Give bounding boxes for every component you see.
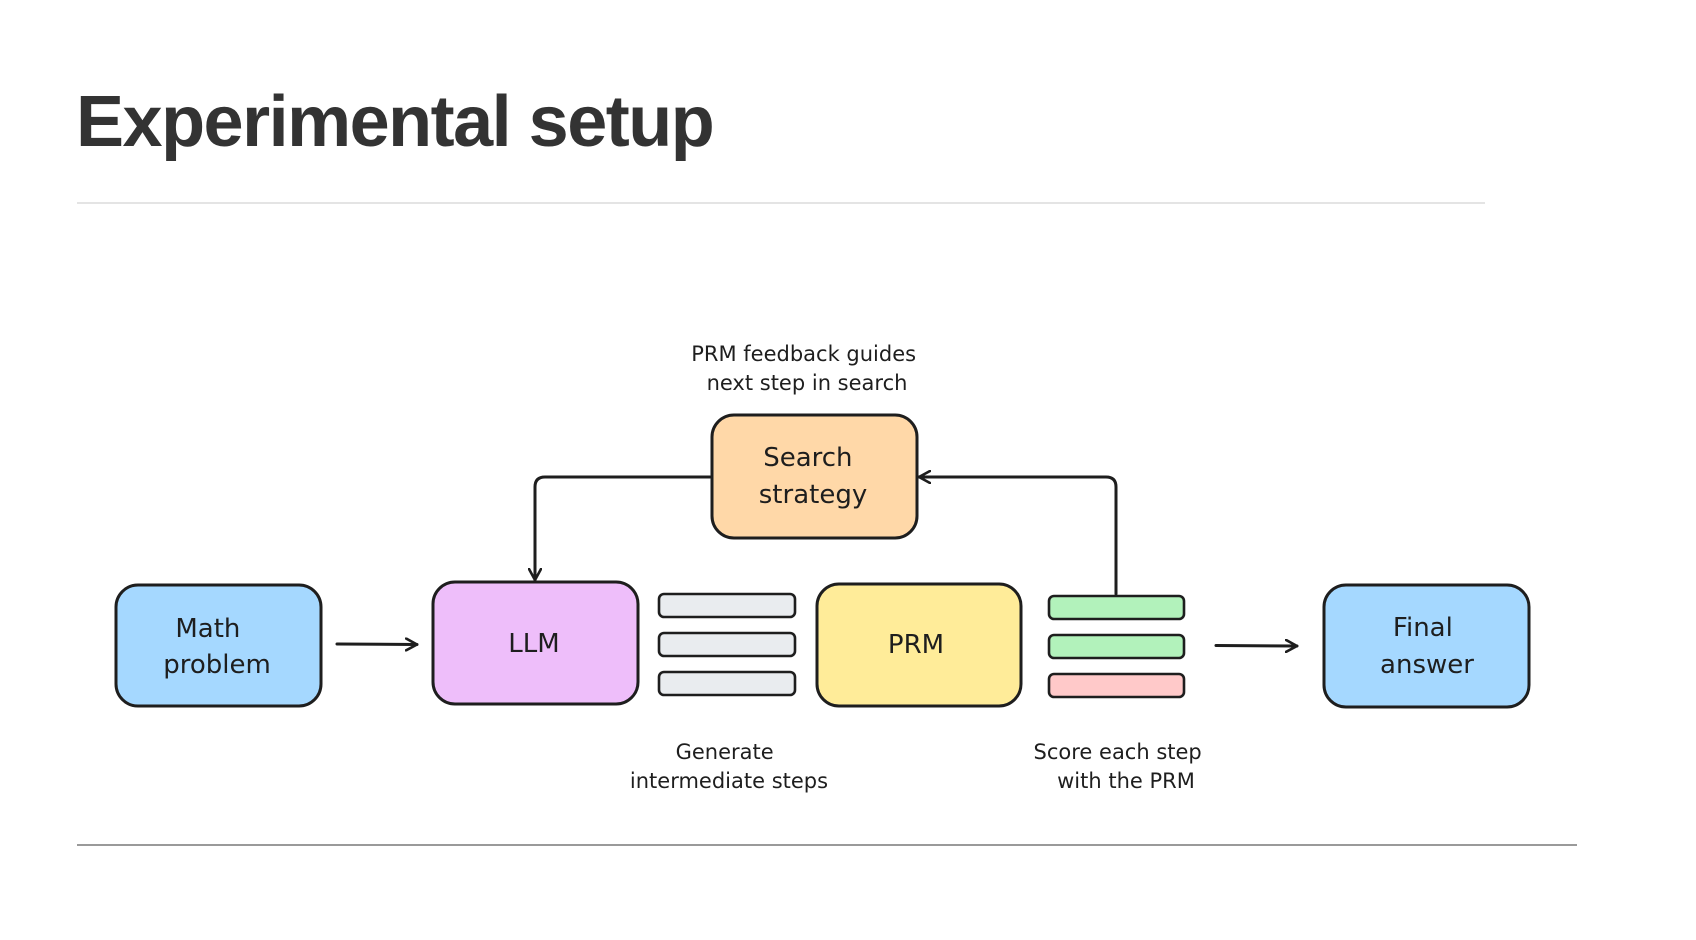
scored-step-bar-good (1047, 594, 1186, 621)
footer-divider (77, 844, 1577, 846)
annotation-score-line1: Score each step (1034, 740, 1202, 764)
annotation-feedback-line1: PRM feedback guides (691, 342, 916, 366)
annotation-generate-line2: intermediate steps (630, 769, 828, 793)
annotation-score: Score each step with the PRM (1034, 740, 1209, 793)
arrow-scores-to-search (917, 477, 1118, 596)
annotation-feedback: PRM feedback guides next step in search (691, 342, 923, 395)
annotation-feedback-line2: next step in search (707, 371, 908, 395)
arrow-score-to-final (1214, 646, 1299, 647)
math-problem-label-line1: Math (175, 614, 240, 644)
arrow-math-to-llm (335, 644, 419, 645)
llm-label: LLM (508, 629, 559, 659)
arrow-search-to-llm (535, 475, 712, 582)
node-math-problem: Math problem (114, 583, 323, 708)
generated-steps (657, 592, 797, 697)
scored-step-bar-bad (1047, 672, 1186, 699)
generated-step-bar (657, 592, 797, 619)
search-strategy-label-line2: strategy (759, 480, 867, 510)
search-strategy-box (710, 413, 919, 540)
math-problem-box (114, 583, 323, 708)
prm-label: PRM (888, 630, 944, 660)
final-answer-box (1322, 583, 1531, 709)
node-prm: PRM (815, 582, 1023, 708)
svg-text:PRM: PRM (888, 630, 944, 660)
annotation-generate-line1: Generate (676, 740, 774, 764)
annotation-score-line2: with the PRM (1057, 769, 1195, 793)
scored-steps (1047, 594, 1186, 699)
node-llm: LLM (431, 580, 640, 706)
scored-step-bar-good (1047, 633, 1186, 660)
annotation-generate: Generate intermediate steps (630, 740, 828, 793)
experimental-setup-diagram: Math problem LLM PRM Final answer Search… (114, 342, 1531, 793)
math-problem-label-line2: problem (163, 650, 271, 680)
node-search-strategy: Search strategy (710, 413, 919, 540)
generated-step-bar (657, 670, 797, 697)
generated-step-bar (657, 631, 797, 658)
search-strategy-label-line1: Search (763, 443, 852, 473)
final-answer-label-line2: answer (1380, 650, 1474, 680)
node-final-answer: Final answer (1322, 583, 1531, 709)
svg-text:LLM: LLM (508, 629, 559, 659)
final-answer-label-line1: Final (1393, 613, 1453, 643)
